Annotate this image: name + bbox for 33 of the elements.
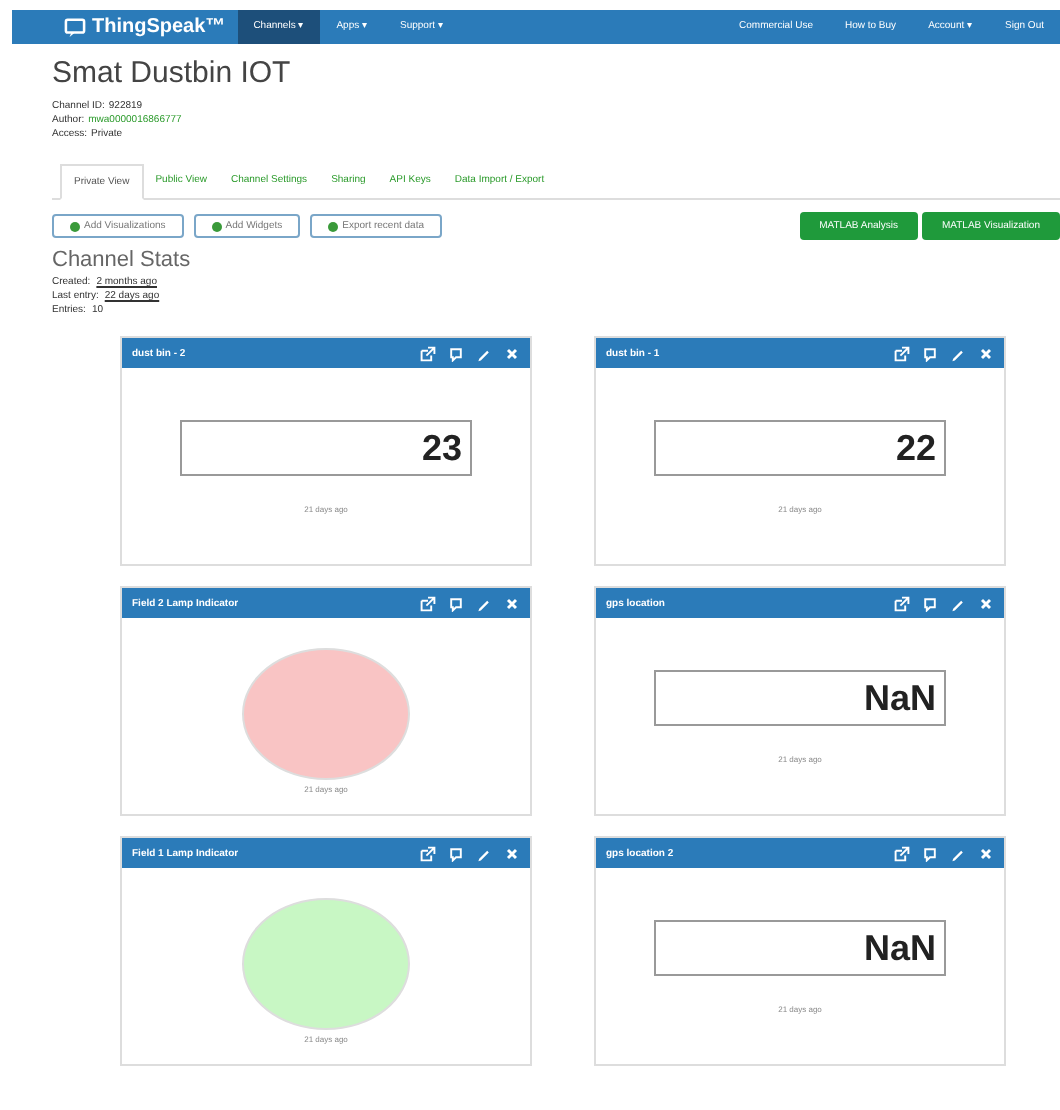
close-icon[interactable] (504, 345, 520, 361)
screen-icon (64, 17, 86, 37)
numeric-display: 22 (654, 419, 946, 475)
popout-icon[interactable] (420, 595, 436, 611)
brand-name: ThingSpeak™ (92, 16, 226, 38)
comment-icon[interactable] (922, 345, 938, 361)
comment-icon[interactable] (448, 845, 464, 861)
popout-icon[interactable] (420, 345, 436, 361)
channel-title: Smat Dustbin IOT (52, 56, 293, 90)
numeric-display: NaN (654, 919, 946, 975)
popout-icon[interactable] (894, 845, 910, 861)
comment-icon[interactable] (448, 595, 464, 611)
pencil-icon[interactable] (950, 845, 966, 861)
close-icon[interactable] (978, 345, 994, 361)
popout-icon[interactable] (894, 345, 910, 361)
numeric-display: NaN (654, 669, 946, 725)
pencil-icon[interactable] (476, 595, 492, 611)
comment-icon[interactable] (922, 595, 938, 611)
popout-icon[interactable] (894, 595, 910, 611)
numeric-display: 23 (180, 419, 472, 475)
pencil-icon[interactable] (950, 595, 966, 611)
close-icon[interactable] (504, 845, 520, 861)
brand-link[interactable]: ThingSpeak™ (64, 16, 226, 38)
comment-icon[interactable] (922, 845, 938, 861)
comment-icon[interactable] (448, 345, 464, 361)
close-icon[interactable] (504, 595, 520, 611)
close-icon[interactable] (978, 845, 994, 861)
pencil-icon[interactable] (476, 345, 492, 361)
section-title: Channel Stats (52, 248, 193, 272)
close-icon[interactable] (978, 595, 994, 611)
pencil-icon[interactable] (476, 845, 492, 861)
pencil-icon[interactable] (950, 345, 966, 361)
popout-icon[interactable] (420, 845, 436, 861)
